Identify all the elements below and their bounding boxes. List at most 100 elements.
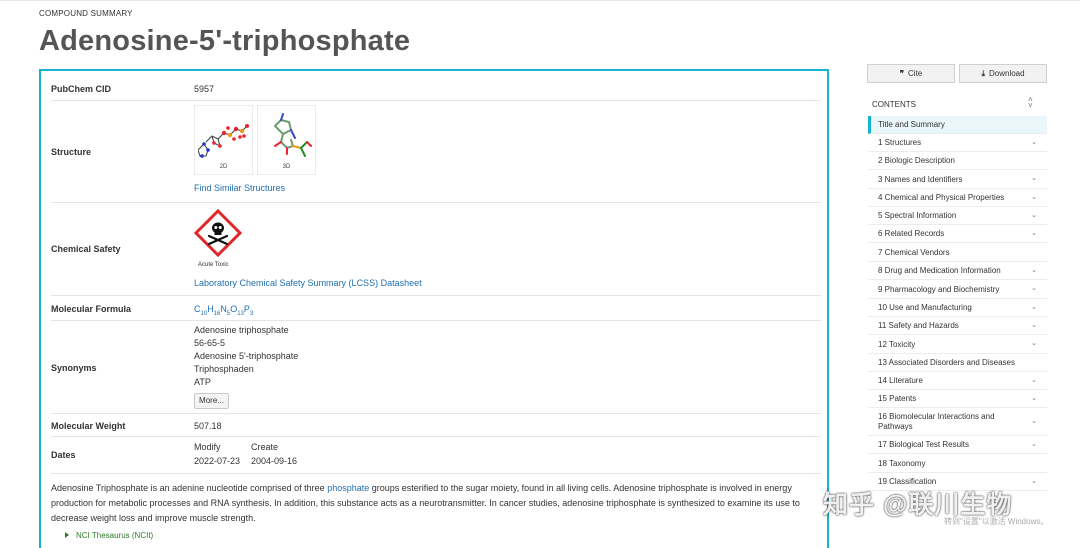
toc-item[interactable]: 8 Drug and Medication Information ⌄ [868, 262, 1047, 280]
molecular-weight-row: Molecular Weight 507.18 [51, 414, 821, 437]
chevron-down-icon[interactable]: ⌄ [1031, 174, 1037, 184]
create-label: Create [251, 442, 279, 452]
toc-item[interactable]: 9 Pharmacology and Biochemistry ⌄ [868, 280, 1047, 299]
create-date: 2004-09-16 [251, 456, 298, 466]
chevron-down-icon: ˅ [1028, 101, 1033, 110]
molecule-2d-icon [197, 124, 249, 158]
toc-item-label: 18 Taxonomy [878, 458, 926, 468]
toc-item[interactable]: 17 Biological Test Results ⌄ [868, 436, 1047, 454]
formula-count: 3 [249, 310, 254, 317]
toc-item[interactable]: 4 Chemical and Physical Properties ⌄ [868, 189, 1047, 207]
chevron-down-icon[interactable]: ⌄ [1031, 394, 1037, 404]
chevron-down-icon[interactable]: ⌄ [1031, 477, 1037, 487]
modify-label: Modify [194, 442, 221, 452]
chevron-down-icon[interactable]: ⌄ [1031, 211, 1037, 221]
toc-item[interactable]: 15 Patents ⌄ [868, 390, 1047, 408]
cid-row: PubChem CID 5957 [51, 71, 821, 101]
toc-item[interactable]: 7 Chemical Vendors [868, 243, 1047, 262]
toc-item[interactable]: 18 Taxonomy [868, 454, 1047, 473]
cid-label: PubChem CID [51, 84, 112, 94]
toc-item[interactable]: 3 Names and Identifiers ⌄ [868, 170, 1047, 189]
caret-right-icon [65, 532, 69, 538]
toc-item[interactable]: 5 Spectral Information ⌄ [868, 207, 1047, 225]
synonyms-label: Synonyms [51, 363, 97, 373]
page-title: Adenosine-5'-triphosphate [39, 25, 411, 57]
contents-collapse-toggle[interactable]: ˄ ˅ [1028, 96, 1033, 110]
toc-item-label: 4 Chemical and Physical Properties [878, 193, 1005, 202]
cite-label: Cite [908, 69, 923, 78]
synonym-item: Triphosphaden [194, 364, 254, 374]
chemical-safety-label: Chemical Safety [51, 244, 121, 254]
chevron-down-icon[interactable]: ⌄ [1031, 376, 1037, 386]
download-icon: ⤓ [981, 69, 985, 78]
contents-heading: CONTENTS [872, 100, 916, 109]
phosphate-link[interactable]: phosphate [327, 483, 369, 493]
toc-item-label: 3 Names and Identifiers [878, 174, 963, 184]
toc-item-label: 12 Toxicity [878, 339, 916, 349]
toc-item-label: Title and Summary [878, 120, 945, 129]
more-synonyms-button[interactable]: More... [194, 393, 229, 409]
molecular-weight-label: Molecular Weight [51, 421, 126, 431]
synonym-item: ATP [194, 377, 211, 387]
structure-3d-caption: 3D [282, 164, 291, 170]
quote-icon: ❞ [899, 69, 905, 78]
description-source-toggle[interactable]: NCI Thesaurus (NCIt) [65, 531, 153, 540]
chevron-down-icon[interactable]: ⌄ [1031, 284, 1037, 294]
structure-label: Structure [51, 147, 92, 157]
dates-label: Dates [51, 450, 76, 460]
cid-value: 5957 [194, 84, 215, 94]
chevron-down-icon[interactable]: ⌄ [1031, 138, 1037, 148]
toc-item[interactable]: 16 Biomolecular Interactions and Pathway… [868, 408, 1047, 436]
toc-item-label: 14 Literature [878, 376, 923, 385]
chevron-down-icon[interactable]: ⌄ [1031, 229, 1037, 239]
skull-crossbones-icon [193, 208, 243, 258]
find-similar-structures-link[interactable]: Find Similar Structures [194, 183, 285, 193]
toc-item-label: 10 Use and Manufacturing [878, 303, 972, 312]
molecule-3d-icon [273, 113, 312, 157]
synonyms-row: Synonyms Adenosine triphosphate 56-65-5 … [51, 321, 821, 414]
molecular-formula-row: Molecular Formula C10H16N5O13P3 [51, 296, 821, 321]
chevron-down-icon[interactable]: ⌄ [1031, 339, 1037, 349]
toc-item-label: 16 Biomolecular Interactions and Pathway… [878, 412, 995, 431]
compound-summary-panel: PubChem CID 5957 Structure 2D 3D Find Si… [39, 69, 829, 548]
toc-item[interactable]: 13 Associated Disorders and Diseases [868, 354, 1047, 372]
toc-item[interactable]: 10 Use and Manufacturing ⌄ [868, 299, 1047, 317]
chevron-down-icon[interactable]: ⌄ [1031, 321, 1037, 331]
chevron-down-icon[interactable]: ⌄ [1031, 193, 1037, 203]
toc-item[interactable]: 6 Related Records ⌄ [868, 225, 1047, 243]
toc-item[interactable]: 11 Safety and Hazards ⌄ [868, 317, 1047, 335]
download-button[interactable]: ⤓ Download [959, 64, 1047, 83]
dates-row: Dates Modify 2022-07-23 Create 2004-09-1… [51, 437, 821, 474]
molecular-formula-value[interactable]: C10H16N5O13P3 [194, 304, 253, 317]
record-type-kicker: COMPOUND SUMMARY [39, 9, 133, 18]
lcss-datasheet-link[interactable]: Laboratory Chemical Safety Summary (LCSS… [194, 278, 422, 288]
toc-item-label: 7 Chemical Vendors [878, 247, 950, 257]
acute-toxic-pictogram[interactable] [193, 208, 243, 258]
structure-2d-thumbnail[interactable]: 2D [194, 105, 253, 175]
structure-3d-thumbnail[interactable]: 3D [257, 105, 316, 175]
top-divider [0, 0, 1080, 1]
toc-item[interactable]: 14 Literature ⌄ [868, 372, 1047, 390]
toc-item[interactable]: Title and Summary [868, 116, 1047, 134]
chevron-down-icon[interactable]: ⌄ [1031, 266, 1037, 276]
windows-activation-notice: 转到"设置"以激活 Windows。 [944, 517, 1049, 526]
toc-item-label: 15 Patents [878, 394, 917, 403]
cite-button[interactable]: ❞ Cite [867, 64, 955, 83]
synonym-item: 56-65-5 [194, 338, 226, 348]
toc-item[interactable]: 1 Structures ⌄ [868, 134, 1047, 152]
toc-item[interactable]: 2 Biologic Description [868, 152, 1047, 170]
pictogram-caption: Acute Toxic [198, 262, 229, 268]
toc-item-label: 8 Drug and Medication Information [878, 266, 1001, 275]
toc-item[interactable]: 12 Toxicity ⌄ [868, 335, 1047, 354]
toc-item-label: 5 Spectral Information [878, 211, 957, 220]
chevron-down-icon[interactable]: ⌄ [1031, 440, 1037, 450]
structure-2d-caption: 2D [219, 164, 228, 170]
modify-date: 2022-07-23 [194, 456, 241, 466]
toc-item-label: 6 Related Records [878, 229, 945, 238]
toc-item-label: 17 Biological Test Results [878, 440, 970, 449]
chevron-down-icon[interactable]: ⌄ [1031, 303, 1037, 313]
chemical-safety-row: Chemical Safety Acute Toxic Laboratory C… [51, 203, 821, 296]
toc-item-label: 2 Biologic Description [878, 156, 955, 165]
compound-description: Adenosine Triphosphate is an adenine nuc… [51, 481, 816, 526]
chevron-down-icon[interactable]: ⌄ [1031, 417, 1037, 427]
